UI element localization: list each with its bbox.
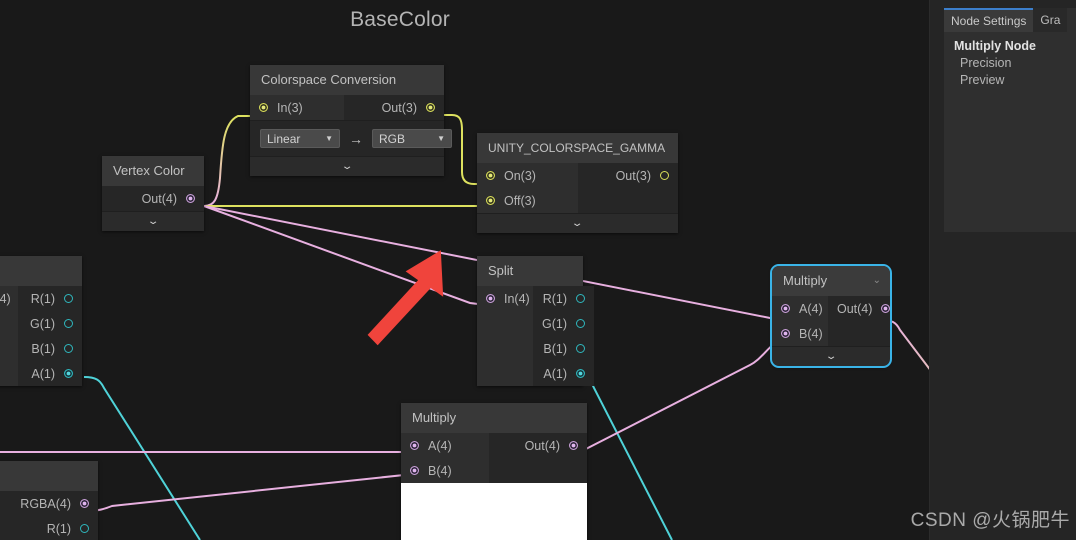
port-dot-icon[interactable] bbox=[486, 196, 495, 205]
shader-graph-window: BaseColor Colorspace Conversion In(3) Ou… bbox=[0, 0, 1076, 540]
node-title: Vertex Color bbox=[102, 156, 204, 186]
port-out-4[interactable]: Out(4) bbox=[102, 186, 204, 211]
port-dot-icon[interactable] bbox=[186, 194, 195, 203]
node-expand-toggle[interactable]: ⌄ bbox=[477, 213, 678, 233]
port-in-b[interactable]: B(4) bbox=[401, 458, 489, 483]
port-off-3[interactable]: Off(3) bbox=[477, 188, 578, 213]
colorspace-controls: Linear ▼ → RGB ▼ bbox=[250, 120, 452, 156]
port-out-a[interactable]: A(1) bbox=[18, 361, 82, 386]
node-settings-card: Node Settings Gra Multiply Node Precisio… bbox=[944, 8, 1076, 232]
node-vertex-color[interactable]: Vertex Color Out(4) ⌄ bbox=[102, 156, 204, 231]
port-out-r[interactable]: R(1) bbox=[18, 286, 82, 311]
port-dot-icon[interactable] bbox=[781, 304, 790, 313]
inspector-panel: Node Settings Gra Multiply Node Precisio… bbox=[930, 0, 1076, 540]
port-out-r[interactable]: R(1) bbox=[533, 286, 594, 311]
node-preview bbox=[401, 483, 587, 540]
to-colorspace-dropdown[interactable]: RGB ▼ bbox=[372, 129, 452, 148]
port-dot-icon[interactable] bbox=[259, 103, 268, 112]
node-sample-texture-2d[interactable]: 2D RGBA(4) R(1) bbox=[0, 461, 98, 540]
port-dot-icon[interactable] bbox=[64, 369, 73, 378]
port-in-b[interactable]: B(4) bbox=[772, 321, 828, 346]
node-title: UNITY_COLORSPACE_GAMMA bbox=[477, 133, 678, 163]
port-out-r[interactable]: R(1) bbox=[0, 516, 98, 540]
port-out-rgba[interactable]: RGBA(4) bbox=[0, 491, 98, 516]
port-out-a[interactable]: A(1) bbox=[533, 361, 594, 386]
node-title: Multiply bbox=[401, 403, 587, 433]
port-out-g[interactable]: G(1) bbox=[533, 311, 594, 336]
port-out-4[interactable]: Out(4) bbox=[828, 296, 890, 321]
port-in-4[interactable]: In(4) bbox=[0, 286, 18, 311]
port-on-3[interactable]: On(3) bbox=[477, 163, 578, 188]
inspector-row-precision[interactable]: Precision bbox=[944, 53, 1076, 70]
chevron-down-icon: ⌄ bbox=[571, 217, 584, 229]
port-dot-icon[interactable] bbox=[576, 294, 585, 303]
node-title: Split bbox=[477, 256, 583, 286]
node-title: Multiply ⌄ bbox=[772, 266, 890, 296]
port-dot-icon[interactable] bbox=[881, 304, 890, 313]
node-title: 2D bbox=[0, 461, 98, 491]
node-expand-toggle[interactable]: ⌄ bbox=[772, 346, 890, 366]
port-dot-icon[interactable] bbox=[660, 171, 669, 180]
node-title: lit bbox=[0, 256, 82, 286]
node-colorspace-conversion[interactable]: Colorspace Conversion In(3) Out(3) Linea… bbox=[250, 65, 452, 176]
port-out-3[interactable]: Out(3) bbox=[344, 95, 444, 120]
port-dot-icon[interactable] bbox=[80, 524, 89, 533]
port-dot-icon[interactable] bbox=[576, 319, 585, 328]
port-dot-icon[interactable] bbox=[410, 441, 419, 450]
node-title: Colorspace Conversion bbox=[250, 65, 444, 95]
node-split-main[interactable]: Split In(4) R(1) G(1) B(1) A(1) bbox=[477, 256, 594, 386]
tab-node-settings[interactable]: Node Settings bbox=[944, 8, 1034, 32]
port-in-a[interactable]: A(4) bbox=[772, 296, 828, 321]
port-dot-icon[interactable] bbox=[64, 319, 73, 328]
chevron-down-icon: ▼ bbox=[325, 134, 333, 143]
node-multiply-selected[interactable]: Multiply ⌄ A(4) B(4) Out(4) ⌄ bbox=[770, 264, 892, 368]
port-out-4[interactable]: Out(4) bbox=[489, 433, 587, 458]
port-dot-icon[interactable] bbox=[569, 441, 578, 450]
chevron-down-icon: ▼ bbox=[437, 134, 445, 143]
inspector-tabs: Node Settings Gra bbox=[944, 8, 1076, 32]
port-out-b[interactable]: B(1) bbox=[18, 336, 82, 361]
port-in-3[interactable]: In(3) bbox=[250, 95, 344, 120]
port-out-b[interactable]: B(1) bbox=[533, 336, 594, 361]
inspector-row-preview[interactable]: Preview bbox=[944, 70, 1076, 87]
node-multiply-lower[interactable]: Multiply A(4) B(4) Out(4) bbox=[401, 403, 587, 540]
port-in-a[interactable]: A(4) bbox=[401, 433, 489, 458]
node-expand-toggle[interactable]: ⌄ bbox=[102, 211, 204, 231]
port-dot-icon[interactable] bbox=[576, 369, 585, 378]
from-colorspace-dropdown[interactable]: Linear ▼ bbox=[260, 129, 340, 148]
chevron-down-icon[interactable]: ⌄ bbox=[873, 266, 881, 296]
chevron-down-icon: ⌄ bbox=[146, 215, 160, 227]
node-keyword-unity-colorspace-gamma[interactable]: UNITY_COLORSPACE_GAMMA On(3) Off(3) Out(… bbox=[477, 133, 678, 233]
port-dot-icon[interactable] bbox=[781, 329, 790, 338]
port-dot-icon[interactable] bbox=[80, 499, 89, 508]
arrow-right-icon: → bbox=[349, 130, 363, 147]
watermark: CSDN @火锅肥牛 bbox=[910, 510, 1070, 531]
annotation-arrow-icon bbox=[367, 250, 444, 346]
inspector-node-title: Multiply Node bbox=[954, 39, 1036, 53]
node-split-left[interactable]: lit In(4) R(1) G(1) B(1) bbox=[0, 256, 82, 386]
tab-graph-settings[interactable]: Gra bbox=[1033, 8, 1068, 32]
port-out-3[interactable]: Out(3) bbox=[578, 163, 678, 188]
port-dot-icon[interactable] bbox=[64, 344, 73, 353]
port-out-g[interactable]: G(1) bbox=[18, 311, 82, 336]
port-dot-icon[interactable] bbox=[64, 294, 73, 303]
port-dot-icon[interactable] bbox=[576, 344, 585, 353]
chevron-down-icon: ⌄ bbox=[340, 160, 354, 172]
port-dot-icon[interactable] bbox=[426, 103, 435, 112]
node-expand-toggle[interactable]: ⌄ bbox=[250, 156, 444, 176]
chevron-down-icon: ⌄ bbox=[824, 350, 838, 362]
page-title: BaseColor bbox=[350, 8, 450, 31]
port-dot-icon[interactable] bbox=[486, 171, 495, 180]
node-title-text: Multiply bbox=[783, 273, 828, 288]
port-dot-icon[interactable] bbox=[410, 466, 419, 475]
